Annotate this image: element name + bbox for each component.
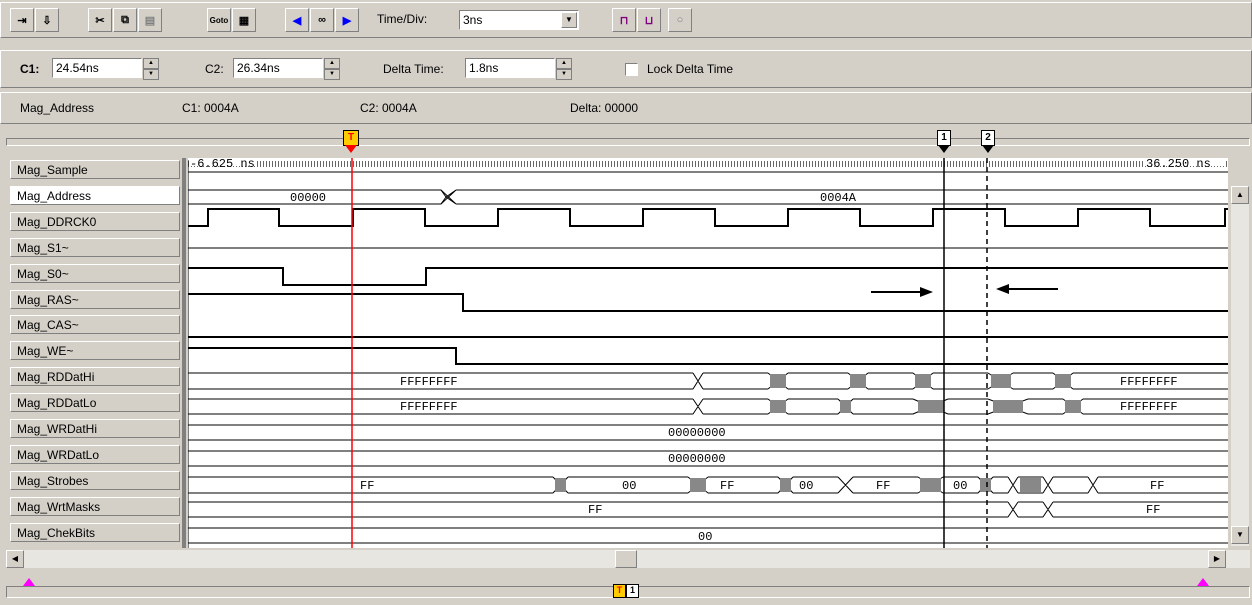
panel-splitter[interactable] xyxy=(182,158,186,548)
scroll-down-icon[interactable]: ▼ xyxy=(1231,526,1249,544)
timediv-value: 3ns xyxy=(463,13,483,27)
masks-value-a: FF xyxy=(588,503,602,517)
trigger-marker-arrow xyxy=(345,145,357,153)
magnifier-icon[interactable]: ○ xyxy=(668,8,692,32)
signal-name-row[interactable]: Mag_ChekBits xyxy=(10,523,180,542)
info-c2-value: C2: 0004A xyxy=(360,101,417,115)
cut-icon[interactable]: ✂ xyxy=(88,8,112,32)
binoculars-icon[interactable]: ∞ xyxy=(310,8,334,32)
search-left-icon[interactable]: ◀ xyxy=(285,8,309,32)
address-value-b: 0004A xyxy=(820,191,857,205)
vertical-scrollbar[interactable] xyxy=(1231,186,1249,546)
rdhi-end-value: FFFFFFFF xyxy=(1120,375,1178,389)
overview-cursor1-marker[interactable]: 1 xyxy=(626,584,639,598)
chevron-down-icon[interactable]: ▼ xyxy=(561,12,577,28)
wrhi-value: 00000000 xyxy=(668,426,726,440)
signal-name-row[interactable]: Mag_RDDatHi xyxy=(10,367,180,386)
scroll-left-icon[interactable]: ◀ xyxy=(6,550,24,568)
strobes-value-0: FF xyxy=(360,479,374,493)
strobes-value-1: 00 xyxy=(622,479,636,493)
c2-input[interactable]: 26.34ns xyxy=(233,58,323,78)
delta-spinner[interactable]: ▲ ▼ xyxy=(556,58,572,80)
signal-name-row[interactable]: Mag_S1~ xyxy=(10,238,180,257)
insert-signal-icon[interactable]: ⇥ xyxy=(10,8,34,32)
cursor1-marker-arrow xyxy=(938,145,950,153)
chek-value: 00 xyxy=(698,530,712,544)
strobes-value-5: 00 xyxy=(953,479,967,493)
cursor1-marker[interactable]: 1 xyxy=(937,130,951,146)
copy-icon[interactable]: ⧉ xyxy=(113,8,137,32)
c2-label: C2: xyxy=(205,62,224,76)
c1-spinner[interactable]: ▲ ▼ xyxy=(143,58,159,80)
signal-name-row[interactable]: Mag_WrtMasks xyxy=(10,497,180,516)
rdlo-value: FFFFFFFF xyxy=(400,400,458,414)
strobes-value-3: 00 xyxy=(799,479,813,493)
overview-left-marker[interactable] xyxy=(23,578,35,586)
timeline-end: 36.250 ns xyxy=(1146,158,1211,171)
signal-name-row[interactable]: Mag_RAS~ xyxy=(10,290,180,309)
waveform-canvas[interactable]: -6.625 ns 36.250 ns 00000 0004A FFFFFFFF… xyxy=(188,158,1228,548)
strobes-value-6: FF xyxy=(1150,479,1164,493)
signal-name-row[interactable]: Mag_WRDatLo xyxy=(10,445,180,464)
zoom-fit-icon[interactable]: ⊔ xyxy=(637,8,661,32)
strobes-value-4: FF xyxy=(876,479,890,493)
wrlo-value: 00000000 xyxy=(668,452,726,466)
goto-label: Goto xyxy=(209,15,229,25)
delta-time-value: 1.8ns xyxy=(469,61,499,75)
signal-name-row[interactable]: Mag_RDDatLo xyxy=(10,393,180,412)
signal-name-row[interactable]: Mag_Strobes xyxy=(10,471,180,490)
masks-value-b: FF xyxy=(1146,503,1160,517)
scroll-right-icon[interactable]: ▶ xyxy=(1208,550,1226,568)
rdhi-value: FFFFFFFF xyxy=(400,375,458,389)
info-signal-name: Mag_Address xyxy=(20,101,95,115)
delta-time-label: Delta Time: xyxy=(383,62,444,76)
info-delta-value: Delta: 00000 xyxy=(570,101,639,115)
overview-right-marker[interactable] xyxy=(1197,578,1209,586)
signal-name-row[interactable]: Mag_S0~ xyxy=(10,264,180,283)
signal-name-row[interactable]: Mag_Address xyxy=(10,186,180,205)
trigger-marker[interactable]: T xyxy=(343,130,359,146)
marker-track xyxy=(6,138,1250,146)
paste-icon[interactable]: ▤ xyxy=(138,8,162,32)
signal-name-row[interactable]: Mag_WE~ xyxy=(10,341,180,360)
overview-trigger-marker[interactable]: T xyxy=(613,584,626,598)
add-signal-icon[interactable]: ⇩ xyxy=(35,8,59,32)
signal-name-row[interactable]: Mag_WRDatHi xyxy=(10,419,180,438)
signal-name-row[interactable]: Mag_DDRCK0 xyxy=(10,212,180,231)
lock-delta-checkbox[interactable] xyxy=(625,63,638,76)
c1-value: 24.54ns xyxy=(56,61,99,75)
delta-time-input[interactable]: 1.8ns xyxy=(465,58,555,78)
strobes-value-2: FF xyxy=(720,479,734,493)
search-right-icon[interactable]: ▶ xyxy=(335,8,359,32)
signal-name-row[interactable]: Mag_Sample xyxy=(10,160,180,179)
address-value-a: 00000 xyxy=(290,191,326,205)
zoom-pulse-icon[interactable]: ⊓ xyxy=(612,8,636,32)
c2-spinner[interactable]: ▲ ▼ xyxy=(324,58,340,80)
goto-icon[interactable]: Goto xyxy=(207,8,231,32)
signal-name-row[interactable]: Mag_CAS~ xyxy=(10,315,180,334)
lock-delta-label: Lock Delta Time xyxy=(647,62,734,76)
rdlo-end-value: FFFFFFFF xyxy=(1120,400,1178,414)
c1-label: C1: xyxy=(20,62,40,76)
info-c1-value: C1: 0004A xyxy=(182,101,239,115)
properties-icon[interactable]: ▦ xyxy=(232,8,256,32)
cursor2-marker[interactable]: 2 xyxy=(981,130,995,146)
scroll-thumb[interactable] xyxy=(615,550,637,568)
scroll-up-icon[interactable]: ▲ xyxy=(1231,186,1249,204)
timediv-label: Time/Div: xyxy=(377,12,428,26)
c2-value: 26.34ns xyxy=(237,61,280,75)
timeline-start: -6.625 ns xyxy=(190,158,255,171)
c1-input[interactable]: 24.54ns xyxy=(52,58,142,78)
cursor2-marker-arrow xyxy=(982,145,994,153)
